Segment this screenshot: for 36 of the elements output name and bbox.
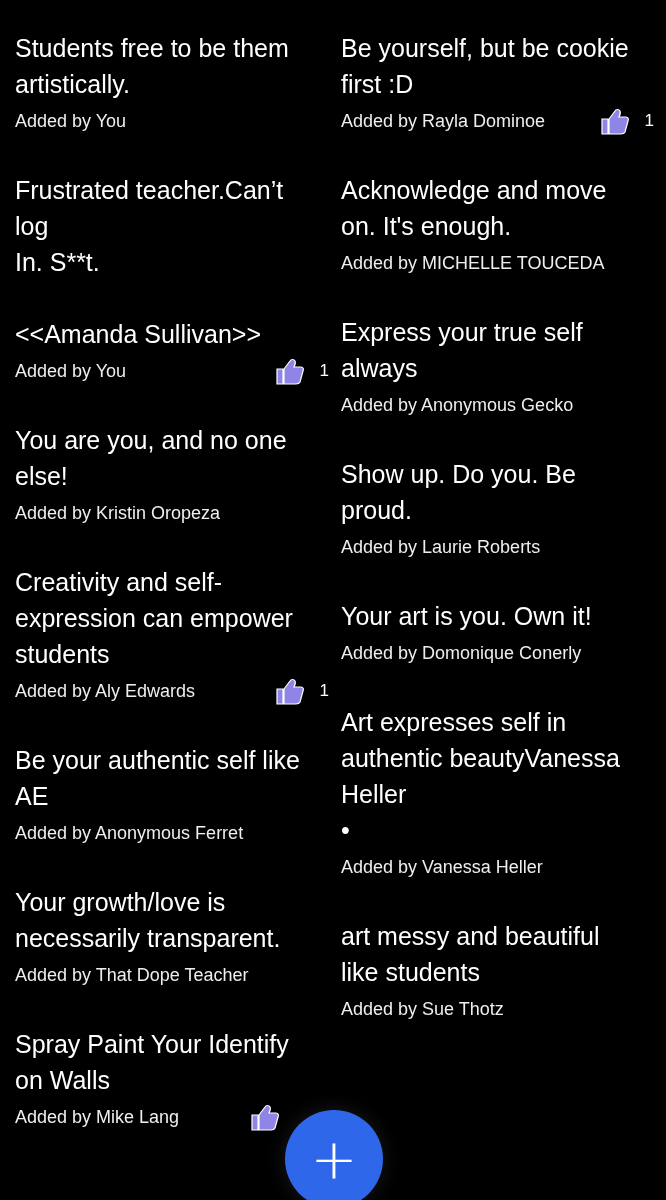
post-text: art messy and beautiful like students [341,921,601,988]
add-button[interactable]: + [285,1110,383,1200]
post-text: Students free to be them artistically. [15,33,290,100]
post-author: Added by Domonique Conerly [341,642,582,664]
like-count: 1 [319,681,329,701]
post-author: Added by Vanessa Heller [341,856,543,878]
post-text: Express your true self always [341,317,584,384]
post-text: Be yourself, but be cookie first :D [341,33,630,100]
post-text: Spray Paint Your Identify on Walls [15,1029,290,1096]
post-author: Added by Kristin Oropeza [15,502,221,524]
post-author: Added by Mike Lang [15,1106,180,1128]
post-author: Added by MICHELLE TOUCEDA [341,252,605,274]
post-author: Added by Aly Edwards [15,680,196,702]
post-author: Added by That Dope Teacher [15,964,249,986]
post-author: Added by Sue Thotz [341,998,504,1020]
thumbs-up-icon[interactable] [249,1102,281,1132]
post-text: You are you, and no one else! [15,425,288,492]
post-text: Art expresses self in authentic beautyVanessa Heller • [341,707,621,846]
post-author: Added by Anonymous Ferret [15,822,244,844]
post-text: Acknowledge and move on. It's enough. [341,175,608,242]
post-author: Added by You [15,360,127,382]
like-count: 1 [319,361,329,381]
post-text: Creativity and self-expression can empower students [15,567,294,670]
post-text: Your growth/love is necessarily transparent. [15,887,282,954]
thumbs-up-icon[interactable] [598,106,631,136]
thumbs-up-icon[interactable] [273,676,306,706]
post-text: Be your authentic self like AE [15,745,301,812]
post-author: Added by Anonymous Gecko [341,394,574,416]
post-text: Your art is you. Own it! [341,601,593,632]
post-text: Frustrated teacher.Can’t log In. S**t. <<Amanda Sullivan>> [15,175,285,350]
thumbs-up-icon[interactable] [273,356,306,386]
post-author: Added by Laurie Roberts [341,536,541,558]
post-text: Show up. Do you. Be proud. [341,459,577,526]
post-author: Added by You [15,110,127,132]
like-count: 1 [644,111,654,131]
post-author: Added by Rayla Dominoe [341,110,546,132]
